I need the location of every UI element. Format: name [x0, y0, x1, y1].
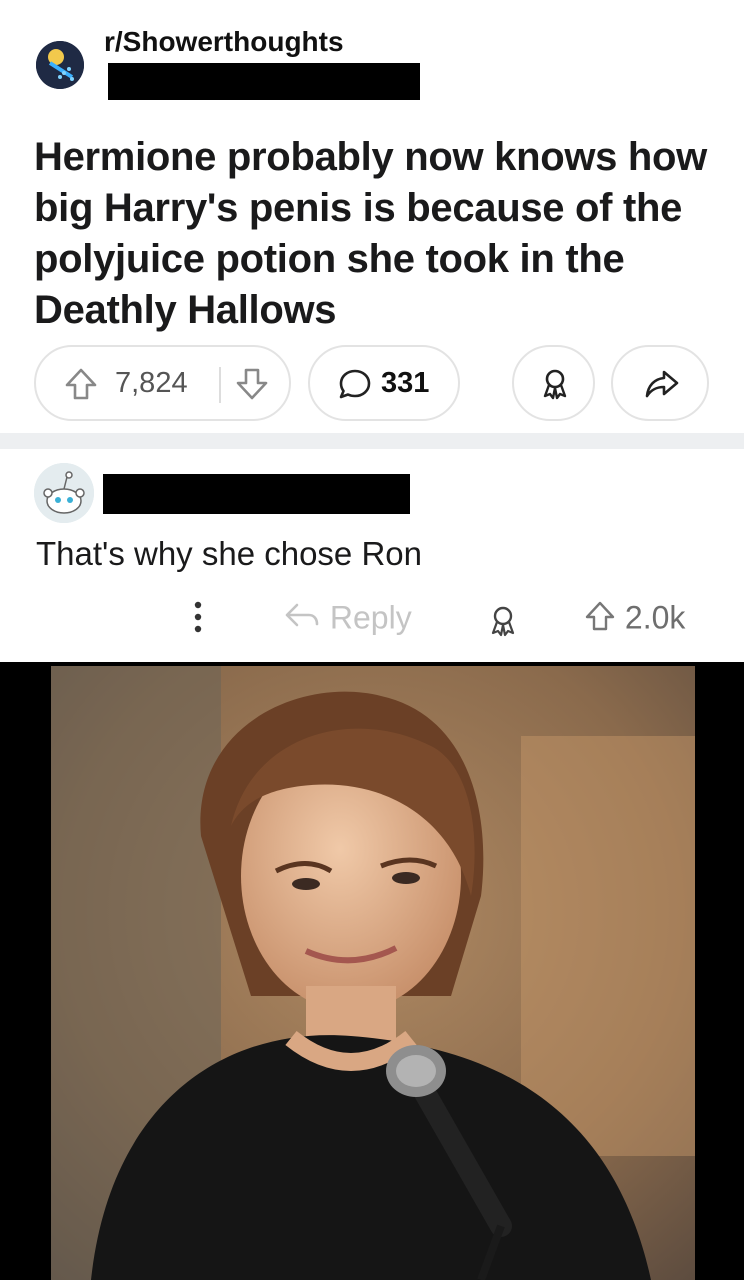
upvote-count: 7,824 [115, 367, 188, 399]
vote-control: 7,824 [34, 345, 291, 421]
reply-label: Reply [329, 599, 412, 636]
subreddit-avatar-icon[interactable] [36, 41, 84, 89]
award-icon [538, 366, 572, 407]
upvote-icon [584, 599, 616, 641]
reply-button[interactable]: Reply [283, 599, 412, 641]
comment-bubble-icon [337, 366, 373, 407]
comment-upvote-count: 2.0k [624, 599, 686, 636]
upvote-icon[interactable] [64, 366, 98, 407]
meme-image-frame [0, 662, 744, 1280]
award-button[interactable] [512, 345, 595, 421]
comments-button[interactable]: 331 [308, 345, 460, 421]
share-icon [644, 366, 680, 407]
comment-body: That's why she chose Ron [36, 535, 422, 572]
more-options-icon[interactable] [190, 597, 206, 645]
post-title[interactable]: Hermione probably now knows how big Harr… [34, 132, 714, 336]
comment: That's why she chose Ron Reply 2.0k [0, 449, 744, 662]
downvote-icon[interactable] [235, 366, 269, 407]
comment-award-icon[interactable] [486, 603, 520, 647]
snoo-avatar-icon[interactable] [34, 463, 94, 523]
comment-upvote[interactable]: 2.0k [584, 599, 685, 641]
post-card: r/Showerthoughts Hermione probably now k… [0, 0, 744, 433]
share-button[interactable] [611, 345, 709, 421]
redacted-username [103, 474, 410, 514]
section-divider [0, 433, 744, 449]
comment-count: 331 [381, 367, 430, 399]
redacted-username [108, 63, 420, 100]
subreddit-name[interactable]: r/Showerthoughts [104, 26, 344, 58]
vote-separator [219, 367, 221, 403]
meme-photo [51, 666, 695, 1280]
reply-icon [283, 599, 321, 641]
